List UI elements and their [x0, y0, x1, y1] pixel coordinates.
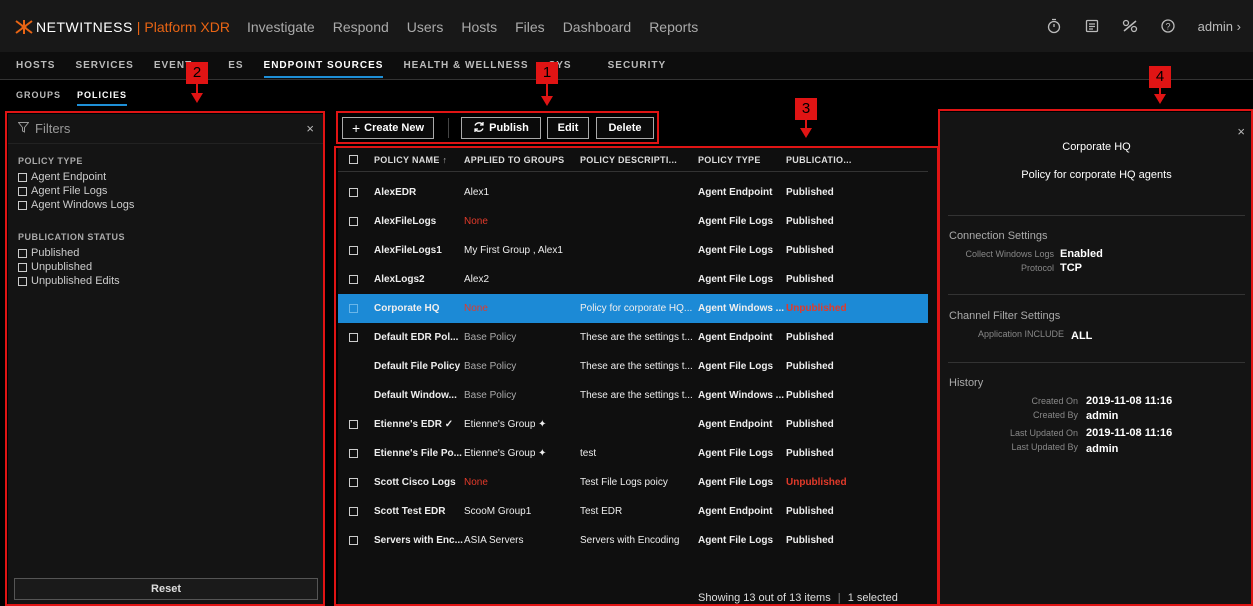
callout-1-arrow: [541, 96, 553, 106]
callout-box-filters: [5, 111, 325, 606]
callout-1: 1: [536, 62, 558, 84]
callout-3-stem: [805, 120, 807, 128]
nav-hosts[interactable]: Hosts: [461, 19, 497, 35]
subnav-services[interactable]: SERVICES: [75, 60, 133, 78]
top-right-tools: ? admin ›: [1046, 18, 1241, 34]
nav-reports[interactable]: Reports: [649, 19, 698, 35]
subnav-es[interactable]: ES: [228, 60, 243, 78]
top-nav: NETWITNESS | Platform XDR Investigate Re…: [0, 0, 1253, 52]
brand-name: NETWITNESS: [36, 19, 133, 35]
callout-3-arrow: [800, 128, 812, 138]
callout-box-toolbar: [336, 111, 659, 144]
user-name: admin: [1197, 18, 1234, 34]
callout-box-table: [334, 146, 939, 606]
nav-respond[interactable]: Respond: [333, 19, 389, 35]
subnav-hosts[interactable]: HOSTS: [16, 60, 55, 78]
brand-separator: |: [136, 19, 141, 35]
netwitness-logo-icon: [14, 19, 34, 35]
callout-2: 2: [186, 62, 208, 84]
nav-investigate[interactable]: Investigate: [247, 19, 315, 35]
nav-dashboard[interactable]: Dashboard: [563, 19, 632, 35]
svg-text:?: ?: [1165, 22, 1170, 32]
chevron-right-icon: ›: [1236, 18, 1241, 34]
tab-policies[interactable]: POLICIES: [77, 90, 128, 106]
subnav-security[interactable]: SECURITY: [608, 60, 667, 78]
callout-4-arrow: [1154, 94, 1166, 104]
callout-3: 3: [795, 98, 817, 120]
main-nav: Investigate Respond Users Hosts Files Da…: [247, 19, 716, 35]
user-menu[interactable]: admin ›: [1198, 19, 1241, 34]
tools-icon[interactable]: [1122, 18, 1138, 34]
subnav-health-wellness[interactable]: HEALTH & WELLNESS: [403, 60, 528, 78]
subnav-endpoint-sources[interactable]: ENDPOINT SOURCES: [263, 60, 384, 78]
policy-tabs: GROUPS POLICIES: [16, 90, 143, 106]
nav-files[interactable]: Files: [515, 19, 545, 35]
callout-box-details: [938, 109, 1253, 606]
nav-users[interactable]: Users: [407, 19, 444, 35]
product-name: Platform XDR: [144, 19, 230, 35]
callout-1-stem: [546, 84, 548, 96]
tab-groups[interactable]: GROUPS: [16, 90, 61, 106]
callout-2-arrow: [191, 93, 203, 103]
help-icon[interactable]: ?: [1160, 18, 1176, 34]
timer-icon[interactable]: [1046, 18, 1062, 34]
notes-icon[interactable]: [1084, 18, 1100, 34]
logo[interactable]: NETWITNESS | Platform XDR: [14, 19, 230, 35]
callout-4: 4: [1149, 66, 1171, 88]
